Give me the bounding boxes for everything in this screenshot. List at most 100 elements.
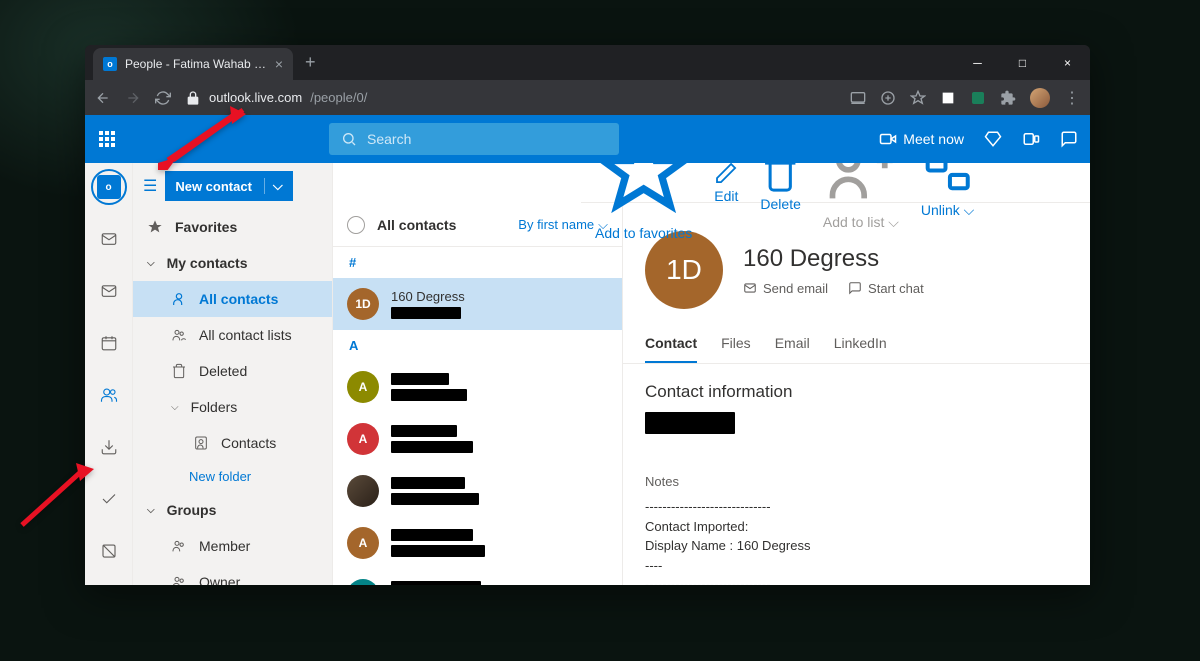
- detail-pane: 1D 160 Degress Send email Start chat Con…: [623, 203, 1090, 585]
- sidebar-member[interactable]: Member: [133, 528, 332, 564]
- search-input[interactable]: [367, 131, 607, 147]
- sidebar-all-contacts[interactable]: All contacts: [133, 281, 332, 317]
- sidebar-owner[interactable]: Owner: [133, 564, 332, 585]
- chat-icon[interactable]: [1060, 130, 1078, 148]
- search-box[interactable]: [329, 123, 619, 155]
- close-tab-icon[interactable]: ×: [275, 56, 283, 72]
- tab-contact[interactable]: Contact: [645, 325, 697, 363]
- app-ribbon: Meet now: [85, 115, 1090, 163]
- close-window-button[interactable]: ×: [1045, 45, 1090, 80]
- unlink-button[interactable]: Unlink ⌵: [921, 163, 974, 219]
- chevron-down-icon[interactable]: ⌵: [264, 178, 283, 194]
- menu-icon[interactable]: ⋮: [1064, 88, 1080, 108]
- new-tab-button[interactable]: +: [305, 52, 316, 73]
- contact-avatar: A: [347, 371, 379, 403]
- rail-mail2-icon[interactable]: [93, 275, 125, 307]
- contact-row[interactable]: A: [333, 413, 622, 465]
- people-icon: [171, 574, 187, 585]
- sidebar-my-contacts[interactable]: ⌵ My contacts: [133, 245, 332, 281]
- sidebar-contacts-folder[interactable]: Contacts: [133, 425, 332, 461]
- contact-information-title: Contact information: [645, 382, 1068, 402]
- forward-icon[interactable]: [125, 90, 141, 106]
- url-field[interactable]: outlook.live.com/people/0/: [185, 90, 836, 106]
- hamburger-icon[interactable]: ☰: [143, 176, 157, 196]
- contact-name: 160 Degress: [391, 289, 608, 304]
- tab-files[interactable]: Files: [721, 325, 751, 363]
- mail-icon: [743, 281, 757, 295]
- new-folder-link[interactable]: New folder: [133, 461, 332, 492]
- plus-circle-icon[interactable]: [880, 90, 896, 106]
- list-letter-header: #: [333, 247, 622, 278]
- add-to-favorites-button[interactable]: Add to favorites: [595, 163, 692, 241]
- browser-window: o People - Fatima Wahab - Outloo × + ─ □…: [85, 45, 1090, 585]
- star-icon[interactable]: [910, 90, 926, 106]
- sidebar-all-contact-lists[interactable]: All contact lists: [133, 317, 332, 353]
- rail-outlook-icon[interactable]: o: [93, 171, 125, 203]
- rail-calendar-icon[interactable]: [93, 327, 125, 359]
- list-letter-header: A: [333, 330, 622, 361]
- new-contact-button[interactable]: New contact ⌵: [165, 171, 292, 201]
- contact-row[interactable]: A: [333, 361, 622, 413]
- meet-now-button[interactable]: Meet now: [879, 130, 964, 148]
- select-all-checkbox[interactable]: [347, 216, 365, 234]
- redacted-value: [391, 425, 457, 437]
- add-to-list-button[interactable]: Add to list ⌵: [823, 163, 899, 231]
- app-launcher-icon[interactable]: [97, 131, 117, 147]
- command-toolbar: Add to favorites Edit Delete Add to list…: [581, 163, 1090, 203]
- list-title: All contacts: [377, 217, 456, 233]
- start-chat-button[interactable]: Start chat: [848, 281, 924, 296]
- tab-email[interactable]: Email: [775, 325, 810, 363]
- extensions-icon[interactable]: [1000, 90, 1016, 106]
- chevron-down-icon: ⌵: [171, 402, 179, 413]
- chevron-down-icon: ⌵: [147, 258, 155, 269]
- address-bar: outlook.live.com/people/0/ ⋮: [85, 80, 1090, 115]
- redacted-value: [391, 373, 449, 385]
- notes-text: ----------------------------- Contact Im…: [645, 497, 1068, 585]
- teams-icon[interactable]: [1022, 130, 1040, 148]
- diamond-icon[interactable]: [984, 130, 1002, 148]
- sidebar-groups[interactable]: ⌵ Groups: [133, 492, 332, 528]
- browser-tab[interactable]: o People - Fatima Wahab - Outloo ×: [93, 48, 293, 80]
- reload-icon[interactable]: [155, 90, 171, 106]
- sidebar-folders[interactable]: ⌵ Folders: [133, 389, 332, 425]
- minimize-button[interactable]: ─: [955, 45, 1000, 80]
- edit-button[interactable]: Edit: [714, 163, 738, 204]
- contacts-icon: [193, 435, 209, 451]
- sidebar-favorites[interactable]: Favorites: [133, 209, 332, 245]
- rail-files-icon[interactable]: [93, 431, 125, 463]
- contact-avatar: A: [347, 423, 379, 455]
- sidebar-deleted[interactable]: Deleted: [133, 353, 332, 389]
- contact-row[interactable]: A: [333, 517, 622, 569]
- contact-row[interactable]: 1D160 Degress: [333, 278, 622, 330]
- redacted-value: [645, 412, 735, 434]
- rail-more-icon[interactable]: [93, 535, 125, 567]
- rail-mail-icon[interactable]: [93, 223, 125, 255]
- profile-avatar[interactable]: [1030, 88, 1050, 108]
- contact-info: [391, 425, 608, 453]
- extension-icon-2[interactable]: [970, 90, 986, 106]
- contact-row[interactable]: AH: [333, 569, 622, 585]
- chevron-down-icon: ⌵: [964, 202, 975, 218]
- tab-linkedin[interactable]: LinkedIn: [834, 325, 887, 363]
- delete-button[interactable]: Delete: [760, 163, 800, 212]
- contact-avatar: A: [347, 527, 379, 559]
- contact-info: [391, 581, 608, 585]
- rail-people-icon[interactable]: [93, 379, 125, 411]
- extension-icon-1[interactable]: [940, 90, 956, 106]
- people-icon: [171, 327, 187, 343]
- app-content: o ☰ New contact ⌵: [85, 163, 1090, 585]
- back-icon[interactable]: [95, 90, 111, 106]
- list-header: All contacts By first name ⌵: [333, 203, 622, 247]
- maximize-button[interactable]: □: [1000, 45, 1045, 80]
- url-host: outlook.live.com: [209, 90, 302, 105]
- cast-icon[interactable]: [850, 90, 866, 106]
- window-controls: ─ □ ×: [955, 45, 1090, 80]
- contact-row[interactable]: [333, 465, 622, 517]
- contact-info: 160 Degress: [391, 289, 608, 319]
- send-email-button[interactable]: Send email: [743, 281, 828, 296]
- rail-todo-icon[interactable]: [93, 483, 125, 515]
- contact-avatar: [347, 475, 379, 507]
- contact-info: [391, 477, 608, 505]
- redacted-value: [391, 477, 465, 489]
- detail-tabs: Contact Files Email LinkedIn: [623, 325, 1090, 364]
